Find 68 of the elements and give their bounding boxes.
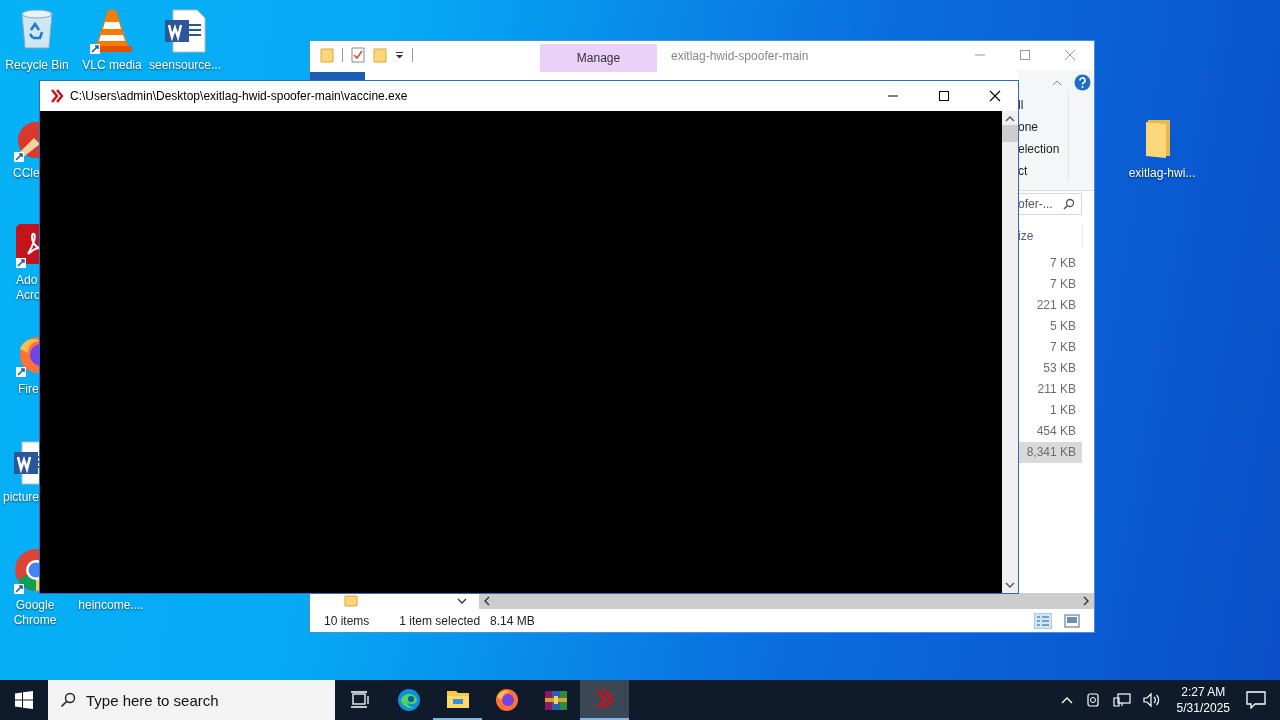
icon-label: CCle: [13, 166, 40, 181]
search-icon: [1063, 198, 1075, 210]
selection-info: 1 item selected: [399, 614, 481, 628]
chevrons-icon: [594, 687, 615, 711]
fox-globe-icon: [494, 688, 519, 712]
notifications-icon[interactable]: [1246, 691, 1266, 709]
scrollbar-thumb[interactable]: [1002, 125, 1018, 142]
size-cell[interactable]: 5 KB: [1018, 316, 1082, 337]
icon-label: heincome....: [78, 598, 144, 613]
icon-label: Chrome: [13, 613, 57, 628]
icon-label: VLC media: [82, 58, 142, 73]
size-cell[interactable]: 7 KB: [1018, 274, 1082, 295]
size-cell[interactable]: 7 KB: [1018, 337, 1082, 358]
icon-label: Fire: [18, 382, 39, 397]
task-view-icon: [349, 691, 370, 709]
archive-books-icon: [543, 688, 568, 712]
vertical-scrollbar[interactable]: [1002, 111, 1018, 593]
size-cell[interactable]: 8,341 KB: [1018, 442, 1082, 463]
recycle-bin-icon[interactable]: [18, 8, 56, 50]
search-icon: [60, 692, 76, 708]
edge-browser-icon: [396, 688, 421, 712]
chevron-down-icon[interactable]: [457, 597, 467, 605]
size-cell[interactable]: 454 KB: [1018, 421, 1082, 442]
window-title: exitlag-hwid-spoofer-main: [671, 49, 809, 63]
size-cell[interactable]: 221 KB: [1018, 295, 1082, 316]
properties-icon[interactable]: [351, 47, 365, 63]
size-cell[interactable]: 53 KB: [1018, 358, 1082, 379]
time-text: 2:27 AM: [1181, 684, 1226, 700]
icon-label: Recycle Bin: [5, 58, 69, 73]
collapse-icon[interactable]: [1052, 79, 1062, 86]
ribbon-command[interactable]: election: [1018, 138, 1068, 160]
ribbon-command[interactable]: ct: [1018, 160, 1068, 182]
scroll-up-icon[interactable]: [1005, 115, 1015, 123]
icon-label: Ado: [16, 273, 39, 288]
device-icon[interactable]: [1084, 692, 1101, 708]
scroll-down-icon[interactable]: [1005, 581, 1015, 589]
ribbon-command[interactable]: one: [1018, 116, 1068, 138]
chevrons-icon: [50, 88, 64, 104]
selection-size: 8.14 MB: [490, 614, 535, 628]
icon-label: exitlag-hwi...: [1128, 166, 1196, 181]
icon-label: Acro: [16, 288, 41, 303]
size-cell[interactable]: 1 KB: [1018, 400, 1082, 421]
scroll-right-icon[interactable]: [1082, 596, 1090, 606]
window-title: C:\Users\admin\Desktop\exitlag-hwid-spoofer-main\vaccine.exe: [70, 89, 408, 103]
thumbnail-view-icon[interactable]: [1064, 614, 1080, 628]
pdf-app-icon[interactable]: [14, 224, 40, 268]
help-icon[interactable]: [1074, 74, 1091, 91]
icon-label: Google: [15, 598, 55, 613]
size-cell[interactable]: 211 KB: [1018, 379, 1082, 400]
maximize-icon[interactable]: [938, 90, 950, 102]
taskbar-search-field[interactable]: Type here to search: [48, 680, 335, 720]
clock[interactable]: 2:27 AM 5/31/2025: [1176, 684, 1230, 716]
document-icon[interactable]: [163, 8, 207, 54]
speaker-icon[interactable]: [1142, 692, 1161, 708]
date-text: 5/31/2025: [1176, 700, 1230, 716]
show-hidden-icons-caret[interactable]: [1060, 696, 1073, 704]
icon-label: picture: [3, 490, 40, 505]
icon-label: seensource...: [148, 58, 221, 73]
dropdown-icon[interactable]: [395, 51, 404, 59]
size-cell[interactable]: 7 KB: [1018, 253, 1082, 274]
windows-start-icon[interactable]: [15, 691, 33, 709]
context-tab[interactable]: Manage: [540, 44, 657, 72]
close-icon[interactable]: [989, 90, 1001, 102]
network-icon[interactable]: [1112, 692, 1131, 708]
scroll-left-icon[interactable]: [483, 596, 491, 606]
folder-icon: [445, 688, 470, 710]
ribbon-command[interactable]: ll: [1018, 94, 1068, 116]
item-count: 10 items: [324, 614, 370, 628]
